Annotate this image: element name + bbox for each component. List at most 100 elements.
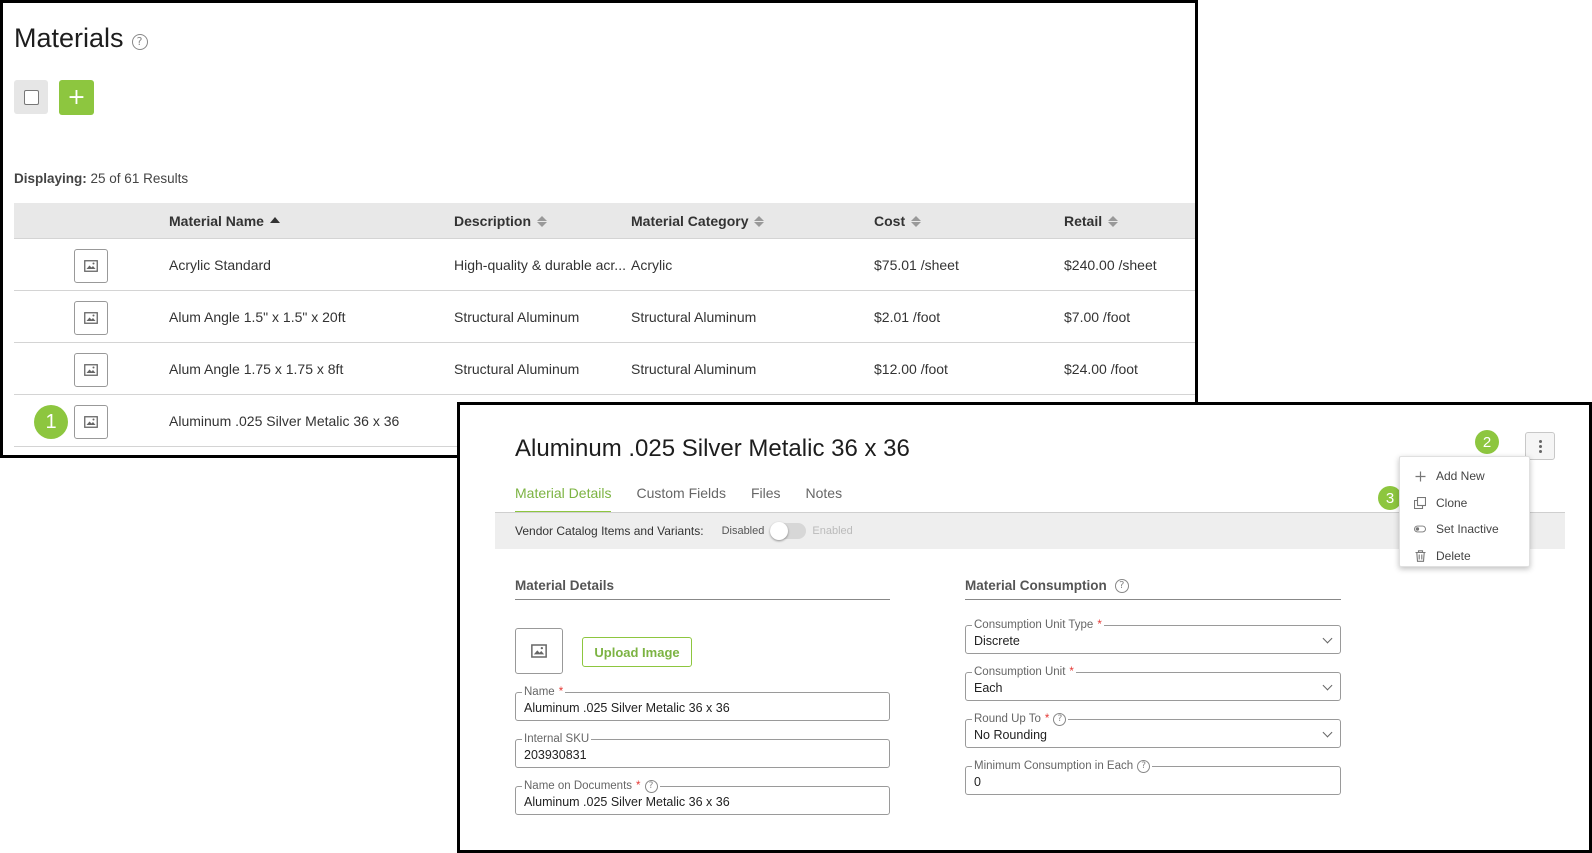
page-title-text: Materials — [14, 23, 124, 53]
tab-notes[interactable]: Notes — [806, 485, 843, 514]
name-on-documents-field[interactable]: Name on Documents *? Aluminum .025 Silver… — [515, 779, 890, 815]
cell-category: Structural Aluminum — [631, 309, 757, 325]
vendor-toggle-group: Disabled Enabled — [721, 522, 853, 540]
cell-category: Acrylic — [631, 257, 673, 273]
internal-sku-field[interactable]: Internal SKU 203930831 — [515, 732, 890, 768]
cell-material-name[interactable]: Alum Angle 1.75 x 1.75 x 8ft — [169, 361, 343, 377]
page-title: Materials ? — [14, 23, 148, 54]
image-placeholder-icon[interactable] — [74, 301, 108, 335]
name-field[interactable]: Name * Aluminum .025 Silver Metalic 36 x … — [515, 685, 890, 721]
cell-cost: $2.01 /foot — [874, 309, 941, 325]
menu-item-set-inactive[interactable]: Set Inactive — [1400, 516, 1529, 543]
cell-retail: $24.00 /foot — [1064, 361, 1138, 377]
upload-image-button[interactable]: Upload Image — [582, 637, 692, 667]
consumption-unit-type-select[interactable]: Consumption Unit Type * Discrete — [965, 618, 1341, 654]
checkbox-icon — [23, 89, 39, 105]
sort-icon — [537, 215, 548, 227]
help-icon[interactable]: ? — [1114, 578, 1129, 593]
menu-item-add-new[interactable]: Add New — [1400, 463, 1529, 490]
help-icon: ? — [644, 779, 658, 793]
sort-ascending-icon — [269, 217, 280, 223]
field-value: 203930831 — [524, 748, 587, 762]
table-row[interactable]: Acrylic Standard High-quality & durable … — [14, 239, 1195, 291]
field-label: Consumption Unit * — [972, 665, 1076, 679]
consumption-unit-select[interactable]: Consumption Unit * Each — [965, 665, 1341, 701]
image-placeholder-icon[interactable] — [74, 353, 108, 387]
section-heading-text: Material Details — [515, 578, 615, 593]
image-placeholder-icon[interactable] — [74, 249, 108, 283]
menu-item-label: Set Inactive — [1436, 522, 1499, 537]
field-value: No Rounding — [974, 728, 1047, 742]
detail-title: Aluminum .025 Silver Metalic 36 x 36 — [515, 435, 910, 462]
image-icon — [531, 644, 547, 658]
section-heading-text: Material Consumption — [965, 578, 1107, 593]
material-details-heading: Material Details — [515, 578, 890, 600]
column-label: Cost — [874, 213, 906, 229]
field-value: Each — [974, 681, 1003, 695]
round-up-to-select[interactable]: Round Up To *? No Rounding — [965, 712, 1341, 748]
column-header-material-category[interactable]: Material Category — [631, 213, 765, 229]
column-header-description[interactable]: Description — [454, 213, 548, 229]
plus-icon — [1414, 470, 1426, 482]
field-label: Round Up To *? — [972, 712, 1069, 726]
help-icon: ? — [1137, 759, 1151, 773]
field-value: Discrete — [974, 634, 1020, 648]
vendor-catalog-toggle[interactable] — [770, 522, 807, 540]
field-label: Name on Documents *? — [522, 779, 660, 793]
cell-material-name[interactable]: Acrylic Standard — [169, 257, 271, 273]
cell-retail: $240.00 /sheet — [1064, 257, 1157, 273]
displaying-label: Displaying: — [14, 171, 87, 186]
help-icon[interactable]: ? — [131, 33, 148, 50]
cell-cost: $75.01 /sheet — [874, 257, 959, 273]
field-label: Name * — [522, 685, 566, 699]
cell-material-name[interactable]: Alum Angle 1.5" x 1.5" x 20ft — [169, 309, 345, 325]
clone-icon — [1414, 496, 1426, 509]
cell-material-name[interactable]: Aluminum .025 Silver Metalic 36 x 36 — [169, 413, 399, 429]
materials-list-panel: Materials ? + Displaying: 25 of 61 Resul… — [0, 0, 1198, 458]
field-label: Internal SKU — [522, 732, 592, 746]
field-label: Minimum Consumption in Each? — [972, 759, 1153, 773]
table-row[interactable]: Alum Angle 1.75 x 1.75 x 8ft Structural … — [14, 343, 1195, 395]
column-header-cost[interactable]: Cost — [874, 213, 922, 229]
add-material-button[interactable]: + — [59, 80, 94, 115]
field-value: 0 — [974, 775, 981, 789]
help-icon: ? — [1053, 712, 1067, 726]
table-row[interactable]: Alum Angle 1.5" x 1.5" x 20ft Structural… — [14, 291, 1195, 343]
cell-retail: $7.00 /foot — [1064, 309, 1131, 325]
material-image-placeholder — [515, 628, 563, 674]
displaying-value: 25 of 61 Results — [90, 171, 189, 186]
table-header: Material Name Description Material Categ… — [14, 203, 1195, 239]
kebab-menu-icon — [1538, 439, 1542, 453]
toggle-disabled-label: Disabled — [721, 525, 765, 537]
menu-item-delete[interactable]: Delete — [1400, 543, 1529, 570]
toggle-enabled-label: Enabled — [812, 525, 853, 537]
detail-tabs: Material Details Custom Fields Files Not… — [515, 485, 867, 514]
menu-item-label: Clone — [1436, 495, 1468, 510]
chevron-down-icon — [1322, 680, 1333, 691]
menu-item-clone[interactable]: Clone — [1400, 490, 1529, 517]
tab-material-details[interactable]: Material Details — [515, 485, 612, 514]
chevron-down-icon — [1322, 633, 1333, 644]
toggle-icon — [1414, 523, 1426, 535]
column-header-material-name[interactable]: Material Name — [169, 213, 280, 229]
menu-item-label: Delete — [1436, 548, 1471, 563]
minimum-consumption-field[interactable]: Minimum Consumption in Each? 0 — [965, 759, 1341, 795]
cell-description: Structural Aluminum — [454, 361, 580, 377]
material-consumption-heading: Material Consumption ? — [965, 578, 1341, 600]
tab-custom-fields[interactable]: Custom Fields — [636, 485, 725, 514]
cell-description: Structural Aluminum — [454, 309, 580, 325]
field-label: Consumption Unit Type * — [972, 618, 1104, 632]
field-value: Aluminum .025 Silver Metalic 36 x 36 — [524, 795, 730, 809]
column-label: Description — [454, 213, 532, 229]
tab-files[interactable]: Files — [751, 485, 781, 514]
image-placeholder-icon[interactable] — [74, 405, 108, 439]
callout-badge-2: 2 — [1475, 430, 1499, 454]
trash-icon — [1414, 550, 1426, 562]
column-header-retail[interactable]: Retail — [1064, 213, 1119, 229]
column-label: Material Category — [631, 213, 749, 229]
chevron-down-icon — [1322, 727, 1333, 738]
column-label: Material Name — [169, 213, 264, 229]
menu-item-label: Add New — [1436, 469, 1485, 484]
field-value: Aluminum .025 Silver Metalic 36 x 36 — [524, 701, 730, 715]
select-all-checkbox[interactable] — [14, 80, 48, 114]
